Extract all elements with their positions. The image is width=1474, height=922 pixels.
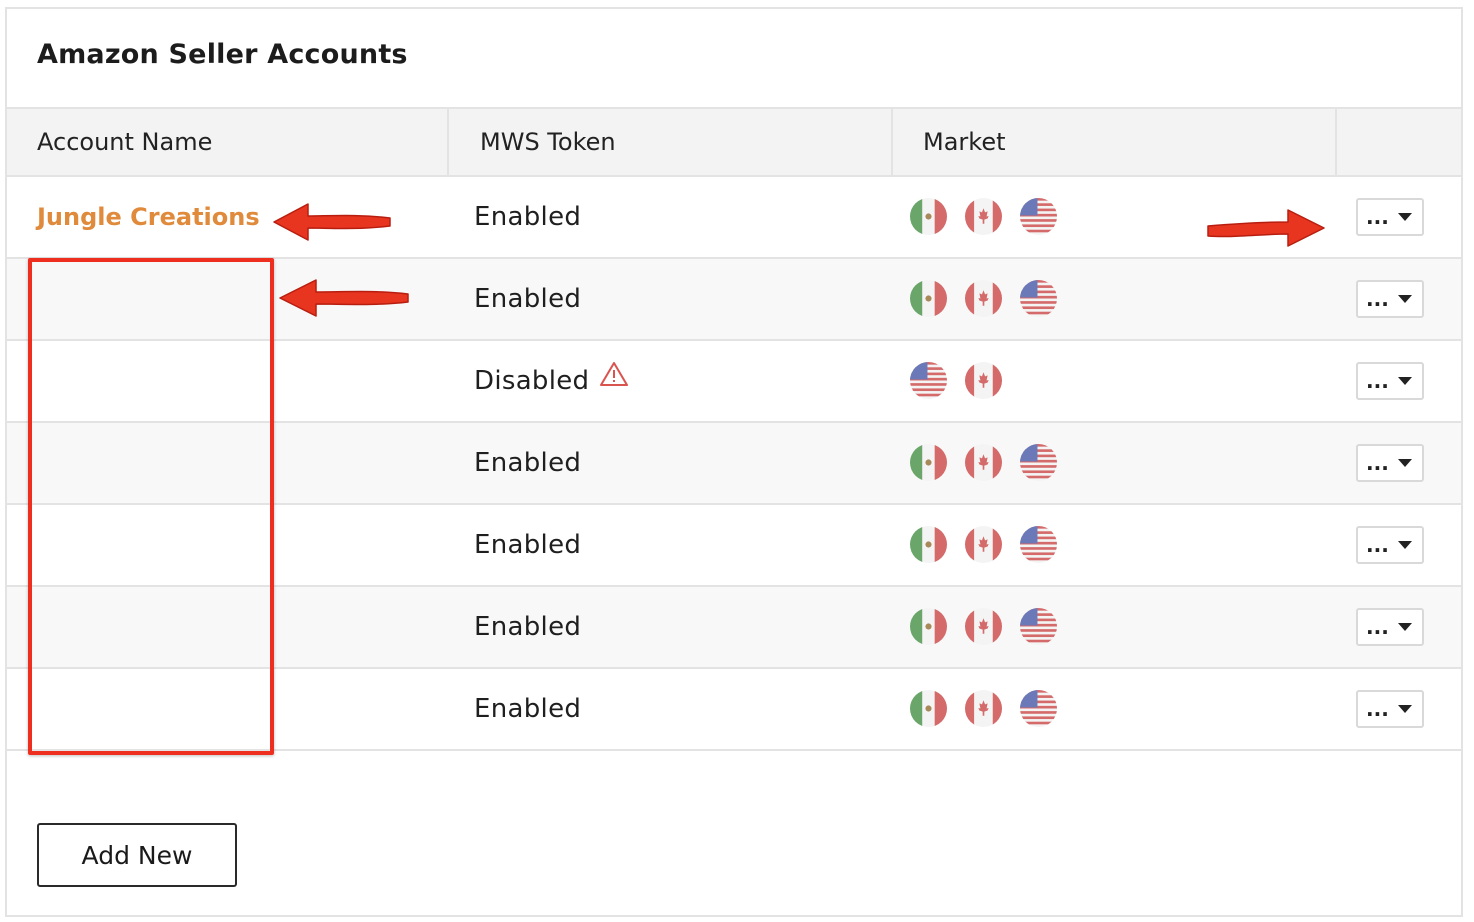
market-flags — [910, 444, 1057, 482]
account-name-link[interactable]: Jungle Creations — [37, 177, 260, 257]
page-title: Amazon Seller Accounts — [37, 39, 408, 70]
column-divider — [1335, 109, 1337, 175]
column-divider — [891, 109, 893, 175]
row-actions-dropdown[interactable]: ... — [1356, 608, 1424, 646]
mx-flag-icon — [910, 280, 947, 318]
warning-icon — [599, 340, 629, 420]
mws-token-status: Enabled — [474, 694, 582, 724]
mx-flag-icon — [910, 690, 947, 728]
chevron-down-icon — [1398, 541, 1412, 549]
row-actions-dropdown[interactable]: ... — [1356, 362, 1424, 400]
mx-flag-icon — [910, 608, 947, 646]
us-flag-icon — [1020, 526, 1057, 564]
actions-label: ... — [1366, 369, 1389, 393]
actions-label: ... — [1366, 533, 1389, 557]
annotation-highlight-box — [28, 258, 274, 755]
chevron-down-icon — [1398, 213, 1412, 221]
mws-token-cell: Enabled — [474, 669, 581, 749]
ca-flag-icon — [965, 526, 1002, 564]
market-flags — [910, 280, 1057, 318]
us-flag-icon — [1020, 608, 1057, 646]
actions-label: ... — [1366, 615, 1389, 639]
chevron-down-icon — [1398, 459, 1412, 467]
chevron-down-icon — [1398, 705, 1412, 713]
ca-flag-icon — [965, 198, 1002, 236]
mws-token-status: Enabled — [474, 448, 582, 478]
table-header: Account Name MWS Token Market — [7, 107, 1461, 177]
us-flag-icon — [1020, 198, 1057, 236]
mws-token-cell: Enabled — [474, 259, 581, 339]
add-new-button[interactable]: Add New — [37, 823, 237, 887]
column-header-market: Market — [923, 128, 1006, 156]
mx-flag-icon — [910, 444, 947, 482]
mws-token-cell: Enabled — [474, 505, 581, 585]
mx-flag-icon — [910, 526, 947, 564]
mws-token-status: Enabled — [474, 612, 582, 642]
us-flag-icon — [1020, 280, 1057, 318]
chevron-down-icon — [1398, 377, 1412, 385]
mws-token-status: Enabled — [474, 284, 582, 314]
market-flags — [910, 690, 1057, 728]
actions-label: ... — [1366, 287, 1389, 311]
row-actions-dropdown[interactable]: ... — [1356, 198, 1424, 236]
mws-token-cell: Enabled — [474, 177, 581, 257]
annotation-arrow-right-icon — [1207, 209, 1325, 247]
row-actions-dropdown[interactable]: ... — [1356, 444, 1424, 482]
mws-token-cell: Enabled — [474, 587, 581, 667]
row-actions-dropdown[interactable]: ... — [1356, 280, 1424, 318]
row-actions-dropdown[interactable]: ... — [1356, 526, 1424, 564]
us-flag-icon — [1020, 690, 1057, 728]
actions-label: ... — [1366, 451, 1389, 475]
mws-token-status: Disabled — [474, 366, 590, 396]
chevron-down-icon — [1398, 623, 1412, 631]
ca-flag-icon — [965, 690, 1002, 728]
column-header-mws-token: MWS Token — [480, 128, 616, 156]
column-divider — [447, 109, 449, 175]
market-flags — [910, 198, 1057, 236]
mws-token-status: Enabled — [474, 530, 582, 560]
market-flags — [910, 608, 1057, 646]
ca-flag-icon — [965, 362, 1002, 400]
ca-flag-icon — [965, 608, 1002, 646]
ca-flag-icon — [965, 280, 1002, 318]
mx-flag-icon — [910, 198, 947, 236]
mws-token-cell: Enabled — [474, 423, 581, 503]
market-flags — [910, 362, 1002, 400]
annotation-arrow-left-icon — [279, 279, 409, 317]
annotation-arrow-left-icon — [273, 203, 391, 241]
us-flag-icon — [910, 362, 947, 400]
ca-flag-icon — [965, 444, 1002, 482]
chevron-down-icon — [1398, 295, 1412, 303]
row-actions-dropdown[interactable]: ... — [1356, 690, 1424, 728]
column-header-account-name: Account Name — [37, 128, 213, 156]
actions-label: ... — [1366, 205, 1389, 229]
us-flag-icon — [1020, 444, 1057, 482]
market-flags — [910, 526, 1057, 564]
mws-token-cell: Disabled — [474, 341, 629, 421]
actions-label: ... — [1366, 697, 1389, 721]
mws-token-status: Enabled — [474, 202, 582, 232]
